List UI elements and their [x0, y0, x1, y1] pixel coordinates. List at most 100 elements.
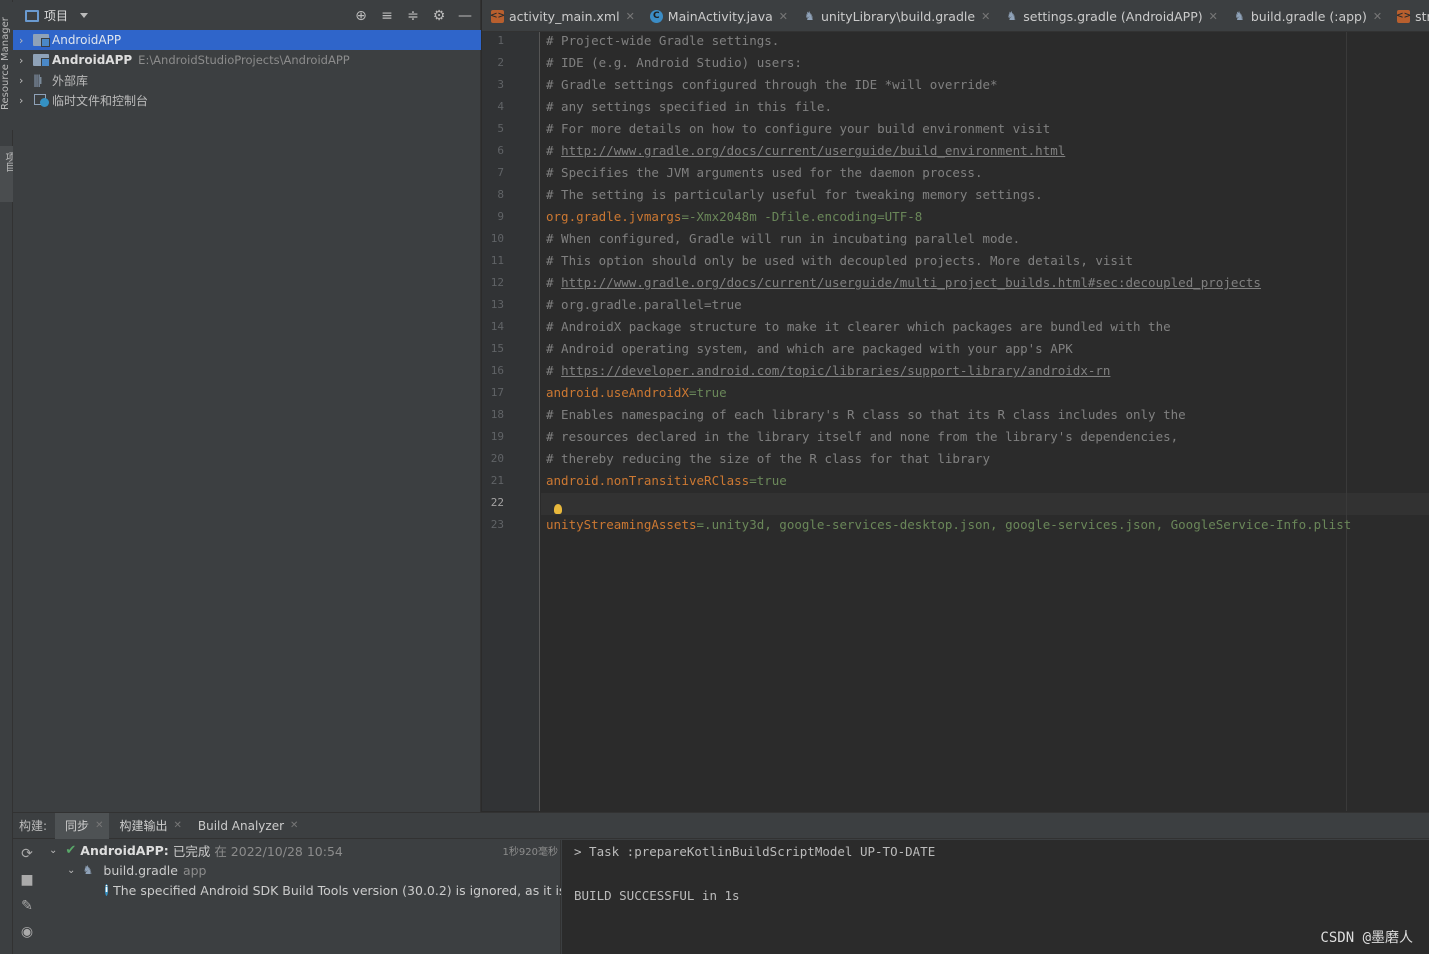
- close-icon[interactable]: ✕: [1373, 10, 1382, 23]
- code-editor[interactable]: 1 2 3 4 5 6 7 8 9 10 11 12 13 14 15 16 17 18 19 20 21 22 23 # …: [482, 32, 1429, 811]
- build-file-row[interactable]: ⌄ ♞ build.gradle app: [41, 860, 206, 880]
- tab-mainactivity-java[interactable]: C MainActivity.java ✕: [641, 0, 794, 31]
- module-path: E:\AndroidStudioProjects\AndroidAPP: [138, 53, 350, 67]
- chevron-right-icon[interactable]: ›: [13, 54, 33, 67]
- chevron-right-icon[interactable]: ›: [13, 34, 33, 47]
- build-message-row[interactable]: i The specified Android SDK Build Tools …: [41, 880, 561, 900]
- close-icon[interactable]: ✕: [779, 10, 788, 23]
- left-tool-strip: Resource Manager 项目: [0, 0, 14, 954]
- comment-text: # AndroidX package structure to make it …: [546, 319, 1171, 334]
- line-number: 19: [490, 430, 504, 443]
- code-line: # http://www.gradle.org/docs/current/use…: [546, 275, 1261, 290]
- gradle-icon: ♞: [804, 9, 815, 23]
- build-project-name: AndroidAPP:: [80, 842, 169, 858]
- code-line: # Specifies the JVM arguments used for t…: [546, 165, 983, 180]
- chevron-down-icon[interactable]: [80, 13, 89, 18]
- close-icon[interactable]: ✕: [173, 820, 181, 831]
- property-value: =.unity3d, google-services-desktop.json,…: [696, 517, 1352, 532]
- code-line: # The setting is particularly useful for…: [546, 187, 1043, 202]
- comment-text: # resources declared in the library itse…: [546, 429, 1179, 444]
- tab-unitylibrary-build-gradle[interactable]: ♞ unityLibrary\build.gradle ✕: [794, 0, 996, 31]
- line-number: 20: [490, 452, 504, 465]
- close-icon[interactable]: ✕: [1209, 10, 1218, 23]
- tab-build-analyzer[interactable]: Build Analyzer ✕: [188, 813, 305, 839]
- build-tool-window: 构建: 同步 ✕ 构建输出 ✕ Build Analyzer ✕ ⟳ ■ ✎ ◉ ⌄ …: [13, 812, 1429, 954]
- code-line: android.useAndroidX=true: [546, 385, 727, 400]
- comment-text: # Enables namespacing of each library's …: [546, 407, 1186, 422]
- tab-build-output[interactable]: 构建输出 ✕: [109, 813, 187, 839]
- watermark-text: CSDN @墨磨人: [1320, 930, 1413, 946]
- pin-icon[interactable]: ✎: [19, 898, 35, 914]
- line-number: 16: [490, 364, 504, 377]
- resource-manager-tab[interactable]: Resource Manager: [0, 2, 13, 130]
- code-line: unityStreamingAssets=.unity3d, google-se…: [546, 517, 1351, 532]
- tab-label: build.gradle (:app): [1250, 8, 1367, 24]
- tree-item-androidapp-root[interactable]: › AndroidAPP: [13, 30, 481, 50]
- comment-link[interactable]: http://www.gradle.org/docs/current/userg…: [561, 143, 1065, 158]
- project-tool-tab[interactable]: 项目: [0, 146, 14, 202]
- hide-panel-icon[interactable]: —: [452, 6, 478, 26]
- comment-text: #: [546, 143, 562, 158]
- info-icon: i: [105, 884, 109, 896]
- tab-build-gradle-app[interactable]: ♞ build.gradle (:app) ✕: [1224, 0, 1388, 31]
- tree-item-scratches[interactable]: › 临时文件和控制台: [13, 90, 481, 110]
- tab-sync[interactable]: 同步 ✕: [55, 812, 110, 839]
- tree-item-androidapp-module[interactable]: › AndroidAPP E:\AndroidStudioProjects\An…: [13, 50, 481, 70]
- property-value: =true: [749, 473, 787, 488]
- scratches-icon: [33, 93, 49, 107]
- code-line: # thereby reducing the size of the R cla…: [546, 451, 990, 466]
- build-console[interactable]: > Task :prepareKotlinBuildScriptModel UP…: [562, 840, 1429, 954]
- build-toolbar: ⟳ ■ ✎ ◉: [13, 840, 41, 954]
- locate-file-icon[interactable]: ⊕: [348, 6, 374, 26]
- java-class-icon: C: [649, 9, 663, 23]
- code-line: android.nonTransitiveRClass=true: [546, 473, 787, 488]
- close-icon[interactable]: ✕: [95, 820, 103, 831]
- settings-gear-icon[interactable]: ⚙: [426, 6, 452, 26]
- comment-text: # thereby reducing the size of the R cla…: [546, 451, 991, 466]
- tab-strings-xml[interactable]: <> strings.xml: [1388, 0, 1429, 31]
- chevron-down-icon[interactable]: ⌄: [49, 845, 57, 856]
- property-value: =-Xmx2048m -Dfile.encoding=UTF-8: [681, 209, 923, 224]
- expand-all-icon[interactable]: ≡: [374, 6, 400, 26]
- close-icon[interactable]: ✕: [626, 10, 635, 23]
- module-folder-icon: [33, 54, 50, 67]
- close-icon[interactable]: ✕: [290, 820, 298, 831]
- console-line: BUILD SUCCESSFUL in 1s: [574, 888, 740, 903]
- build-sync-tree: ⌄ ✔ AndroidAPP: 已完成 在 2022/10/28 10:54 1…: [41, 840, 561, 954]
- code-line: # http://www.gradle.org/docs/current/use…: [546, 143, 1065, 158]
- chevron-right-icon[interactable]: ›: [13, 94, 33, 107]
- stop-icon[interactable]: ■: [19, 872, 35, 888]
- line-number: 22: [490, 496, 504, 509]
- tab-label: unityLibrary\build.gradle: [820, 8, 976, 24]
- editor-tab-bar: <> activity_main.xml ✕ C MainActivity.ja…: [482, 0, 1429, 32]
- resource-manager-label: Resource Manager: [0, 17, 11, 110]
- chevron-right-icon[interactable]: ›: [13, 74, 33, 87]
- tab-label: settings.gradle (AndroidAPP): [1023, 8, 1203, 24]
- chevron-down-icon[interactable]: ⌄: [67, 865, 75, 876]
- gradle-icon: ♞: [1233, 9, 1245, 23]
- property-key: android.useAndroidX: [546, 385, 689, 400]
- sync-icon[interactable]: ⟳: [19, 846, 35, 862]
- line-number: 6: [497, 144, 504, 157]
- tab-activity-main-xml[interactable]: <> activity_main.xml ✕: [482, 0, 641, 31]
- close-icon[interactable]: ✕: [981, 10, 990, 23]
- comment-text: # org.gradle.parallel=true: [546, 297, 742, 312]
- line-number: 7: [497, 166, 504, 179]
- code-line: # any settings specified in this file.: [546, 99, 832, 114]
- property-key: android.nonTransitiveRClass: [546, 473, 750, 488]
- collapse-all-icon[interactable]: ≑: [400, 6, 426, 26]
- build-result-row[interactable]: ⌄ ✔ AndroidAPP: 已完成 在 2022/10/28 10:54 1…: [41, 840, 561, 860]
- line-number-gutter: 1 2 3 4 5 6 7 8 9 10 11 12 13 14 15 16 17 18 19 20 21 22 23: [482, 32, 540, 811]
- tree-item-external-libraries[interactable]: › |||ı 外部库: [13, 70, 481, 90]
- lightbulb-icon[interactable]: [554, 504, 562, 514]
- xml-file-icon: <>: [489, 9, 506, 23]
- project-view-selector[interactable]: 项目: [44, 7, 68, 24]
- comment-link[interactable]: https://developer.android.com/topic/libr…: [561, 363, 1110, 378]
- eye-icon[interactable]: ◉: [19, 924, 35, 940]
- line-number: 21: [490, 474, 504, 487]
- comment-text: # Project-wide Gradle settings.: [546, 33, 780, 48]
- comment-link[interactable]: http://www.gradle.org/docs/current/userg…: [561, 275, 1261, 290]
- build-file-module: app: [182, 862, 207, 878]
- comment-text: # Specifies the JVM arguments used for t…: [546, 165, 983, 180]
- tab-settings-gradle[interactable]: ♞ settings.gradle (AndroidAPP) ✕: [996, 0, 1224, 31]
